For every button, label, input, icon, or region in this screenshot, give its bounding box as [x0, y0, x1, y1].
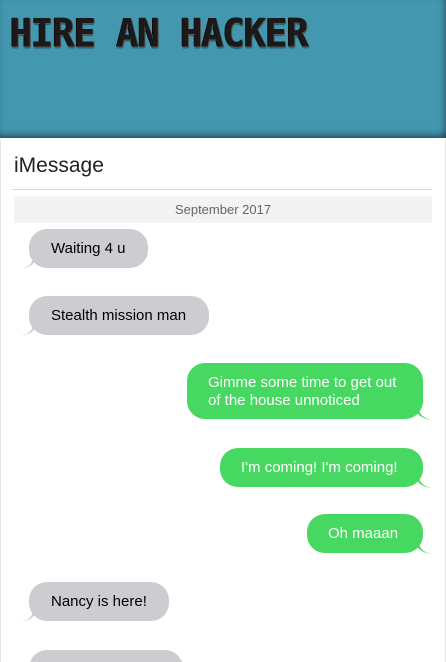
divider	[12, 189, 432, 190]
site-logo-title[interactable]: HIRE AN HACKER	[10, 14, 309, 53]
bubble-tail-icon	[21, 606, 37, 622]
message-bubble-sent: Oh maaan	[307, 514, 431, 554]
message-bubble-sent: Gimme some time to get out of the house …	[187, 363, 431, 420]
message-text-line: of the house unnoticed	[208, 392, 360, 409]
bubble-tail-icon	[415, 404, 431, 420]
message-text: Oh maaan	[328, 525, 399, 542]
message-bubble-received: Stealth mission man	[21, 296, 209, 336]
message-text: Stealth mission man	[51, 307, 187, 324]
bubble-tail-icon	[415, 472, 431, 488]
message-bubble-received-partial	[29, 650, 183, 662]
page: HIRE AN HACKER iMessage September 2017 W…	[0, 0, 446, 662]
message-bubble-received: Nancy is here!	[21, 582, 169, 622]
message-text: I'm coming! I'm coming!	[241, 459, 398, 476]
date-separator: September 2017	[14, 196, 432, 223]
message-text: Nancy is here!	[51, 593, 147, 610]
header-banner: HIRE AN HACKER	[0, 0, 446, 138]
message-bubble-received: Waiting 4 u	[21, 229, 148, 269]
imessage-panel: iMessage September 2017 Waiting 4 u Stea…	[0, 140, 446, 662]
bubble-tail-icon	[21, 320, 37, 336]
bubble-tail-icon	[21, 253, 37, 269]
message-text-line: Gimme some time to get out	[208, 374, 397, 391]
message-bubble-sent: I'm coming! I'm coming!	[220, 448, 431, 488]
panel-title: iMessage	[14, 154, 104, 177]
message-text: Waiting 4 u	[51, 240, 126, 257]
bubble-tail-icon	[415, 538, 431, 554]
